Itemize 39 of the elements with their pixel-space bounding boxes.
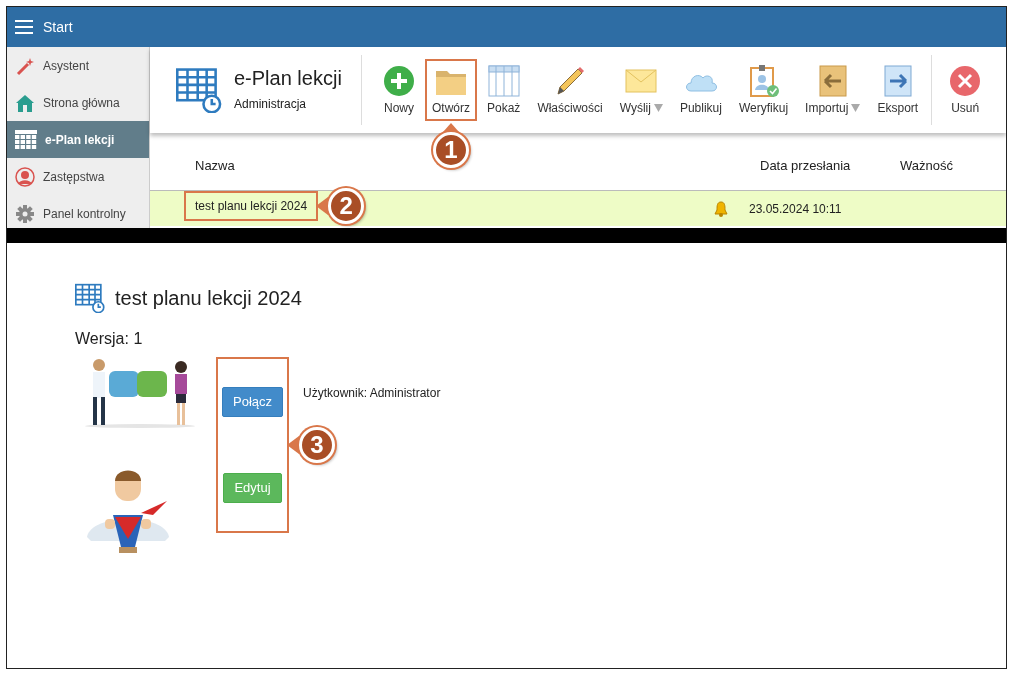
module-title: e-Plan lekcji [234, 67, 342, 89]
close-icon [949, 65, 982, 97]
schedule-icon [75, 283, 105, 313]
gear-icon [15, 203, 35, 224]
pencil-icon [554, 65, 587, 97]
schedule-icon [176, 67, 222, 113]
menu-icon [15, 20, 33, 34]
grid-icon [15, 129, 37, 150]
home-icon [15, 92, 35, 113]
action-button[interactable]: Połącz [222, 386, 283, 418]
add-icon [383, 65, 415, 97]
toolbar-button[interactable]: Pokaż [480, 59, 528, 121]
module-subtitle: Administracja [234, 96, 308, 113]
person-icon [15, 166, 35, 187]
plan-title: test planu lekcji 2024 [115, 286, 302, 311]
sidebar-item[interactable]: Zastępstwa [7, 158, 149, 195]
version-label: Wersja: 1 [75, 329, 144, 349]
header-title: Start [43, 17, 73, 37]
sidebar-item[interactable]: Strona główna [7, 84, 149, 121]
sidebar-item[interactable]: Panel kontrolny [7, 195, 149, 228]
toolbar-button[interactable]: Weryfikuj [731, 59, 796, 121]
column-header[interactable]: Ważność [900, 155, 1006, 176]
toolbar-button[interactable]: Nowy [376, 59, 422, 121]
sidebar-item[interactable]: Asystent [7, 47, 149, 84]
envelope-icon [625, 68, 658, 94]
toolbar-button[interactable]: Wyślij [612, 59, 670, 121]
user-label: Użytkownik: Administrator [303, 385, 441, 402]
table-icon [487, 65, 520, 97]
toolbar-button[interactable]: Otwórz [425, 59, 477, 121]
sidebar-item[interactable]: e-Plan lekcji [7, 121, 149, 158]
toolbar-button[interactable]: Usuń [942, 59, 989, 121]
toolbar-button[interactable]: Właściwości [530, 59, 610, 121]
toolbar-button[interactable]: Publikuj [672, 59, 729, 121]
toolbar-button[interactable]: Importuj [798, 59, 868, 121]
toolbar-button[interactable]: Eksport [870, 59, 926, 121]
clipboard-check-icon [747, 64, 780, 98]
table-cell-text: 23.05.2024 10:11 [749, 200, 843, 218]
table-cell: test planu lekcji 2024 [195, 199, 308, 213]
column-header[interactable]: Data przesłania [760, 155, 900, 176]
